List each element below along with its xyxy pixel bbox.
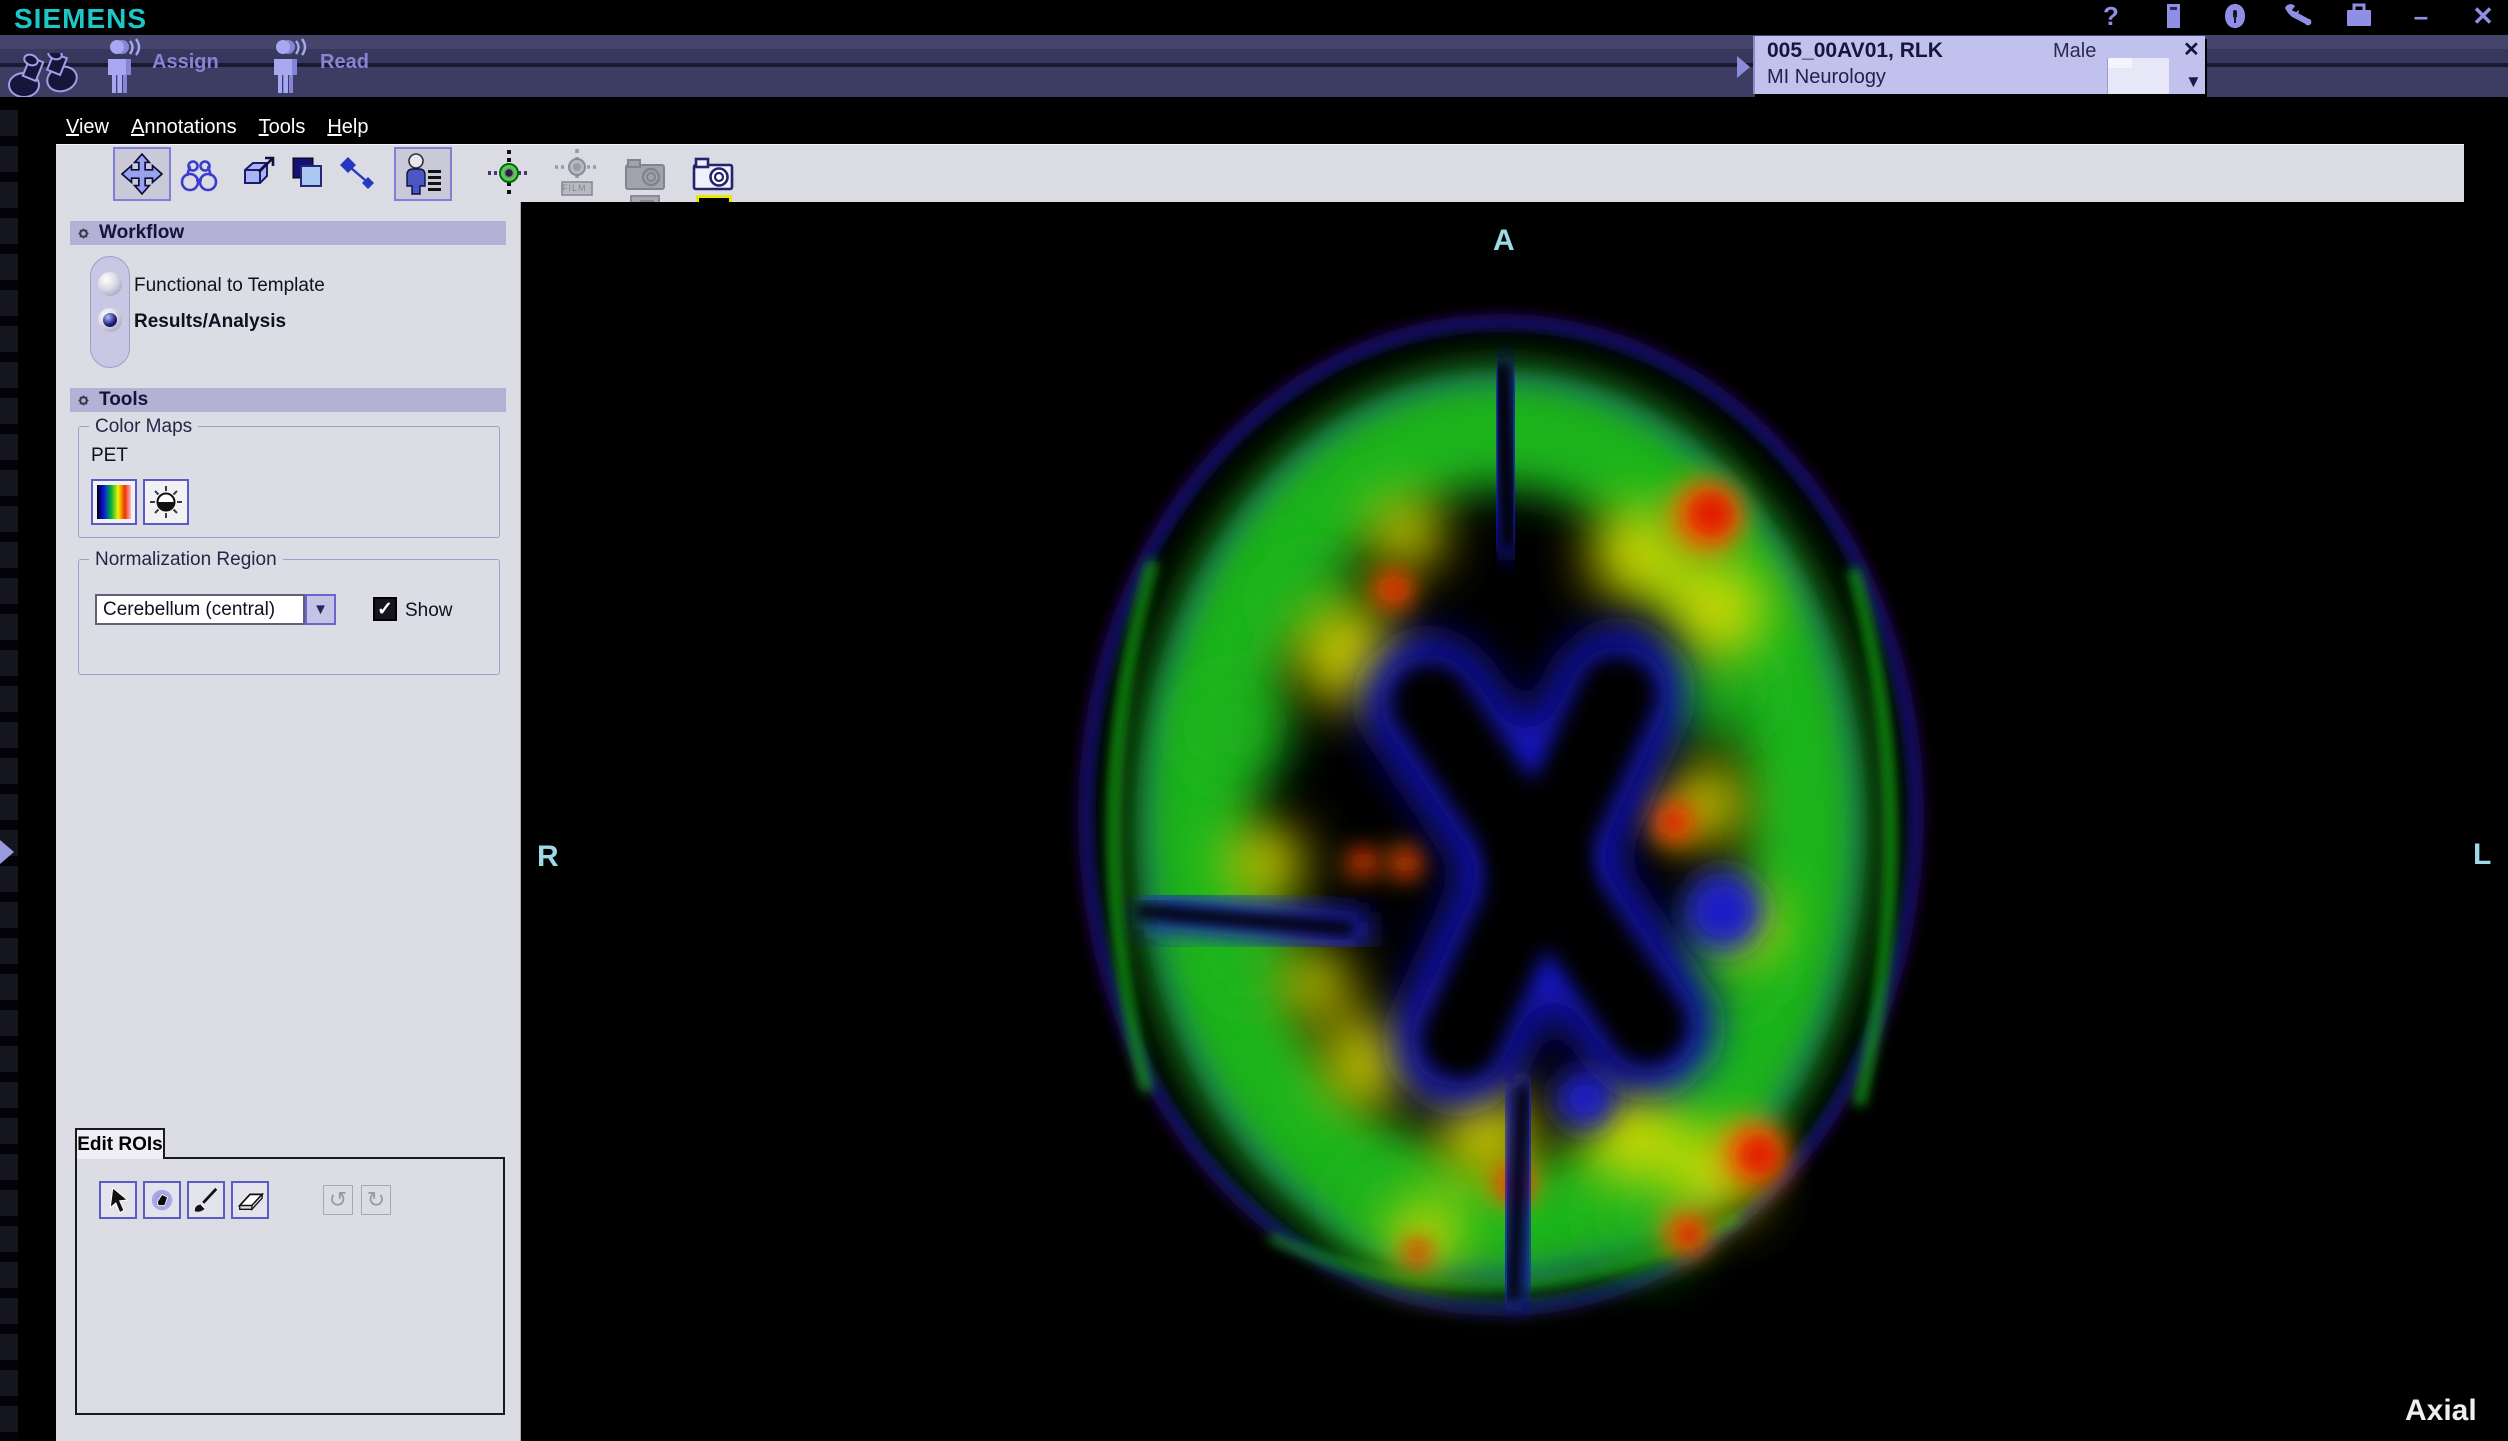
- redo-button: ↻: [361, 1185, 391, 1215]
- patient-list-button[interactable]: [394, 147, 452, 201]
- roi-brush-button[interactable]: [187, 1181, 225, 1219]
- crosshair-icon: [487, 149, 531, 199]
- film-crosshair-button: FILM: [548, 147, 606, 201]
- roi-select-button[interactable]: [99, 1181, 137, 1219]
- assign-label[interactable]: Assign: [152, 51, 219, 74]
- siemens-logo: SIEMENS: [14, 3, 147, 35]
- roi-eraser-button[interactable]: [231, 1181, 269, 1219]
- normalization-legend: Normalization Region: [89, 549, 283, 571]
- window-brightness-button[interactable]: [143, 479, 189, 525]
- orientation-left: L: [2473, 838, 2491, 872]
- person-list-icon: [402, 152, 444, 196]
- undo-button: ↺: [323, 1185, 353, 1215]
- binoculars-icon: [178, 154, 220, 194]
- thumbnail-notch: [2108, 58, 2132, 68]
- snapshot-button[interactable]: [684, 147, 742, 201]
- briefcase-icon[interactable]: [2342, 1, 2376, 31]
- read-person-icon[interactable]: [262, 38, 308, 96]
- orientation-anterior: A: [1493, 224, 1515, 258]
- patient-banner-close-icon[interactable]: ✕: [2183, 37, 2200, 62]
- show-checkbox[interactable]: ✓: [373, 597, 397, 621]
- color-maps-legend: Color Maps: [89, 416, 198, 438]
- patient-name: 005_00AV01, RLK: [1767, 39, 1943, 63]
- browser-binoculars-icon[interactable]: [2, 53, 88, 99]
- note-icon-svg: [2160, 2, 2186, 30]
- pan-icon: [121, 153, 163, 195]
- workflow-title: Workflow: [99, 222, 184, 244]
- patient-banner-thumbnail: [2107, 58, 2169, 94]
- rainbow-colormap-icon: [97, 485, 131, 519]
- menu-tools[interactable]: Tools: [259, 116, 306, 139]
- panel-divider-dashes: [0, 110, 18, 1441]
- radio-label-functional[interactable]: Functional to Template: [134, 275, 325, 297]
- close-icon[interactable]: ✕: [2466, 1, 2500, 31]
- pet-brain-axial-image: [1061, 299, 1941, 1339]
- menu-annotations[interactable]: Annotations: [131, 116, 237, 139]
- assign-person-icon[interactable]: [96, 38, 142, 96]
- workflow-section-header[interactable]: Workflow: [70, 221, 506, 245]
- menubar: View Annotations Tools Help: [56, 110, 2508, 144]
- window-controls: ?: [2094, 0, 2500, 32]
- radio-label-results[interactable]: Results/Analysis: [134, 311, 286, 333]
- patient-sex: Male: [2053, 40, 2096, 63]
- plane-label: Axial: [2405, 1394, 2477, 1428]
- wrench-icon[interactable]: [2280, 1, 2314, 31]
- color-maps-group: Color Maps PET: [78, 426, 500, 538]
- film-label: FILM: [562, 183, 587, 193]
- reference-lines-button[interactable]: [480, 147, 538, 201]
- top-banner: SIEMENS ?: [0, 0, 2508, 110]
- zoom-cube-icon: [237, 154, 277, 194]
- edit-rois-panel: ↺ ↻: [75, 1157, 505, 1415]
- image-viewport[interactable]: A R L Axial: [521, 202, 2508, 1441]
- pet-label: PET: [91, 445, 128, 467]
- menu-view[interactable]: View: [66, 116, 109, 139]
- panel-expand-arrow-icon[interactable]: [0, 840, 14, 864]
- show-checkbox-label[interactable]: Show: [405, 600, 453, 622]
- left-edge-strip: [0, 110, 56, 1441]
- edit-rois-tab[interactable]: Edit ROIs: [75, 1128, 165, 1159]
- camera-icon: [691, 156, 735, 192]
- toolbar: FILM: [56, 144, 2464, 202]
- gear-icon: [76, 226, 91, 241]
- select-cursor-icon: [105, 1186, 131, 1214]
- brush-icon: [192, 1186, 220, 1214]
- task-card-panel: Workflow Functional to Template Results/…: [56, 202, 521, 1441]
- eraser-icon: [236, 1186, 264, 1214]
- seed-blob-icon: [148, 1186, 176, 1214]
- pan-button[interactable]: [113, 147, 171, 201]
- measure-icon: [337, 154, 377, 194]
- layers-icon: [287, 154, 327, 194]
- copy-image-button: [616, 147, 674, 201]
- orientation-right: R: [537, 840, 559, 874]
- lock-icon[interactable]: [2218, 1, 2252, 31]
- patient-banner-dropdown-icon[interactable]: ▼: [2185, 72, 2202, 92]
- brightness-icon: [148, 484, 184, 520]
- radio-results-analysis[interactable]: [98, 308, 122, 332]
- normalization-region-select[interactable]: Cerebellum (central): [95, 594, 305, 625]
- patient-banner: 005_00AV01, RLK Male MI Neurology ✕ ▼: [1753, 36, 2205, 94]
- camera-disabled-icon: [623, 156, 667, 192]
- banner-gap: [0, 97, 2508, 110]
- tools-section-header[interactable]: Tools: [70, 388, 506, 412]
- gear-icon: [76, 393, 91, 408]
- help-icon[interactable]: ?: [2094, 1, 2128, 31]
- tools-title: Tools: [99, 389, 148, 411]
- measure-button[interactable]: [328, 147, 386, 201]
- roi-seed-button[interactable]: [143, 1181, 181, 1219]
- normalization-group: Normalization Region Cerebellum (central…: [78, 559, 500, 675]
- patient-banner-collapse-arrow-icon[interactable]: [1737, 56, 1750, 78]
- minimize-icon[interactable]: –: [2404, 1, 2438, 31]
- combo-dropdown-icon[interactable]: ▼: [305, 594, 336, 625]
- application-name: MI Neurology: [1767, 66, 1886, 89]
- menu-help[interactable]: Help: [327, 116, 368, 139]
- radio-functional-to-template[interactable]: [98, 272, 122, 296]
- read-label[interactable]: Read: [320, 51, 369, 74]
- browse-button[interactable]: [170, 147, 228, 201]
- note-icon[interactable]: [2156, 1, 2190, 31]
- pet-colormap-button[interactable]: [91, 479, 137, 525]
